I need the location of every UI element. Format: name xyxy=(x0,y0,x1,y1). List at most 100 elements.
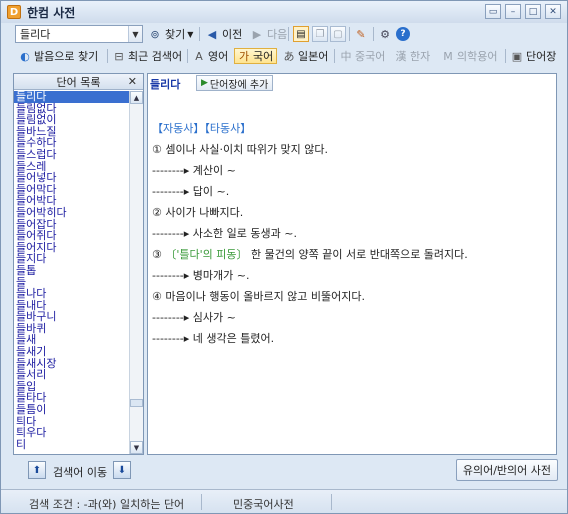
example-text: 네 생각은 틀렸어. xyxy=(192,332,275,345)
list-item[interactable]: 들스럽다 xyxy=(14,149,129,161)
mode-label: 국어 xyxy=(253,50,274,63)
restore-icon[interactable]: ▭ xyxy=(485,4,501,19)
chevron-down-icon[interactable]: ▼ xyxy=(128,26,142,42)
mode-label: 의학용어 xyxy=(457,50,498,63)
close-icon[interactable]: ✕ xyxy=(128,75,137,88)
sense-number: ② xyxy=(152,206,162,219)
mode-label: 한자 xyxy=(410,50,431,63)
example-marker: --------▸ xyxy=(152,185,193,198)
mode-toolbar: ◐ 발음으로 찾기 ⊟ 최근 검색어 A 영어 가 국어 あ 일본어 中 중국어 漢 한자 M… xyxy=(1,45,567,67)
example-text: 계산이 ~ xyxy=(192,164,236,177)
headword: 들리다 xyxy=(150,78,181,91)
find-label: 찾기 xyxy=(165,28,186,41)
copy-icon[interactable]: ❐ xyxy=(312,26,328,42)
word-list: 들리다 들림없다 들림없이 들바느질 들수하다 들스럽다 들스레 들어넣다 들어막다 들어박다 들어… xyxy=(14,91,129,454)
next-button[interactable]: ▶ 다음 xyxy=(250,26,287,42)
list-item[interactable]: 들틈이 xyxy=(14,404,129,416)
chinese-icon: 中 xyxy=(340,50,352,63)
sense-number: ③ xyxy=(152,248,162,261)
example-line: --------▸ 심사가 ~ xyxy=(152,307,552,328)
sense-text: 마음이나 행동이 올바르지 않고 비뚤어지다. xyxy=(165,290,366,303)
history-icon: ⊟ xyxy=(114,49,124,63)
list-item[interactable]: 들톱 xyxy=(14,265,129,277)
recent-search-button[interactable]: ⊟ 최근 검색어 xyxy=(113,48,182,64)
hanja-icon: 漢 xyxy=(395,50,407,63)
example-line: --------▸ 답이 ~. xyxy=(152,181,552,202)
list-item[interactable]: 들새기 xyxy=(14,346,129,358)
dictionary-window: D 한컴 사전 ▭ – □ ✕ 들리다 ▼ ⊚ 찾기 ▼ ◀ 이전 ▶ 다음 ▤ … xyxy=(0,0,568,514)
example-line: --------▸ 사소한 일로 동생과 ~. xyxy=(152,223,552,244)
sense-number: ④ xyxy=(152,290,162,303)
gear-icon[interactable]: ⚙ xyxy=(378,26,395,42)
arrow-up-button[interactable]: ⬆ xyxy=(28,461,46,479)
list-item[interactable]: 틔우다 xyxy=(14,427,129,439)
tab-hanja[interactable]: 漢 한자 xyxy=(395,48,431,64)
mode-label: 발음으로 찾기 xyxy=(34,50,99,63)
scroll-up-icon[interactable]: ▲ xyxy=(130,91,143,104)
maximize-button[interactable]: □ xyxy=(525,4,541,19)
example-marker: --------▸ xyxy=(152,227,193,240)
close-button[interactable]: ✕ xyxy=(545,4,561,19)
example-line: --------▸ 네 생각은 틀렸어. xyxy=(152,328,552,349)
list-item[interactable]: 들어박히다 xyxy=(14,207,129,219)
example-text: 사소한 일로 동생과 ~. xyxy=(192,227,297,240)
add-arrow-icon: ▶ xyxy=(201,78,208,88)
add-to-wordbook-button[interactable]: ▶ 단어장에 추가 xyxy=(196,75,274,91)
sense-number: ① xyxy=(152,143,162,156)
scroll-thumb[interactable] xyxy=(130,399,143,407)
sense-text: 셈이나 사실·이치 따위가 맞지 않다. xyxy=(165,143,329,156)
english-icon: A xyxy=(195,49,203,63)
list-item[interactable]: 들나다 xyxy=(14,288,129,300)
paste-icon[interactable]: ▢ xyxy=(330,26,346,42)
book-icon: ▣ xyxy=(511,49,523,63)
pronunciation-search-button[interactable]: ◐ 발음으로 찾기 xyxy=(19,48,98,64)
tab-chinese[interactable]: 中 중국어 xyxy=(340,48,386,64)
search-input[interactable]: 들리다 ▼ xyxy=(15,25,143,43)
title-bar: D 한컴 사전 ▭ – □ ✕ xyxy=(1,1,567,23)
mode-label: 중국어 xyxy=(355,50,386,63)
list-item[interactable]: 들리다 xyxy=(14,91,129,103)
next-label: 다음 xyxy=(267,28,288,41)
pin-icon[interactable]: ✎ xyxy=(354,26,371,42)
list-item[interactable]: 들어넣다 xyxy=(14,172,129,184)
cross-reference: 〔'틀다'의 피동〕 xyxy=(165,248,248,261)
window-title: 한컴 사전 xyxy=(27,5,76,20)
tab-korean[interactable]: 가 국어 xyxy=(234,48,278,64)
tab-japanese[interactable]: あ 일본어 xyxy=(283,48,329,64)
example-marker: --------▸ xyxy=(152,332,193,345)
search-value: 들리다 xyxy=(20,28,51,41)
prev-label: 이전 xyxy=(222,28,243,41)
mode-label: 단어장 xyxy=(526,50,557,63)
word-list-title: 단어 목록 xyxy=(56,75,101,89)
help-icon[interactable]: ? xyxy=(396,26,413,42)
tab-english[interactable]: A 영어 xyxy=(193,48,228,64)
sense-line: ① 셈이나 사실·이치 따위가 맞지 않다. xyxy=(152,139,552,160)
example-marker: --------▸ xyxy=(152,164,193,177)
sense-text: 사이가 나빠지다. xyxy=(165,206,244,219)
wordbook-button[interactable]: ▣ 단어장 xyxy=(511,48,557,64)
bottom-bar: ⬆ 검색어 이동 ⬇ 유의어/반의어 사전 xyxy=(13,459,558,483)
main-toolbar: 들리다 ▼ ⊚ 찾기 ▼ ◀ 이전 ▶ 다음 ▤ ❐ ▢ ✎ ⚙ ? xyxy=(1,23,567,45)
example-marker: --------▸ xyxy=(152,269,193,282)
word-list-scrollbar[interactable]: ▲ ▼ xyxy=(129,91,143,454)
arrow-down-button[interactable]: ⬇ xyxy=(113,461,131,479)
find-button[interactable]: ⊚ 찾기 ▼ xyxy=(148,26,193,42)
layout-icon[interactable]: ▤ xyxy=(293,26,309,42)
prev-button[interactable]: ◀ 이전 xyxy=(205,26,242,42)
entry-panel: 들리다 ▶ 단어장에 추가 【자동사】【타동사】 ① 셈이나 사실·이치 따위가 … xyxy=(147,73,557,455)
list-item[interactable]: 들어쥐다 xyxy=(14,230,129,242)
example-marker: --------▸ xyxy=(152,311,193,324)
mode-label: 최근 검색어 xyxy=(128,50,183,63)
medical-icon: M xyxy=(443,49,453,63)
example-text: 병마개가 ~. xyxy=(192,269,250,282)
word-list-header: 단어 목록 ✕ xyxy=(14,74,143,90)
example-text: 답이 ~. xyxy=(192,185,230,198)
tab-medical[interactable]: M 의학용어 xyxy=(442,48,497,64)
minimize-button[interactable]: – xyxy=(505,4,521,19)
example-text: 심사가 ~ xyxy=(192,311,236,324)
korean-icon: 가 xyxy=(238,50,250,63)
dictionary-name: 민중국어사전 xyxy=(233,498,294,511)
synonym-dictionary-button[interactable]: 유의어/반의어 사전 xyxy=(455,459,558,481)
scroll-down-icon[interactable]: ▼ xyxy=(130,441,143,454)
list-item[interactable]: 티 xyxy=(14,439,129,451)
